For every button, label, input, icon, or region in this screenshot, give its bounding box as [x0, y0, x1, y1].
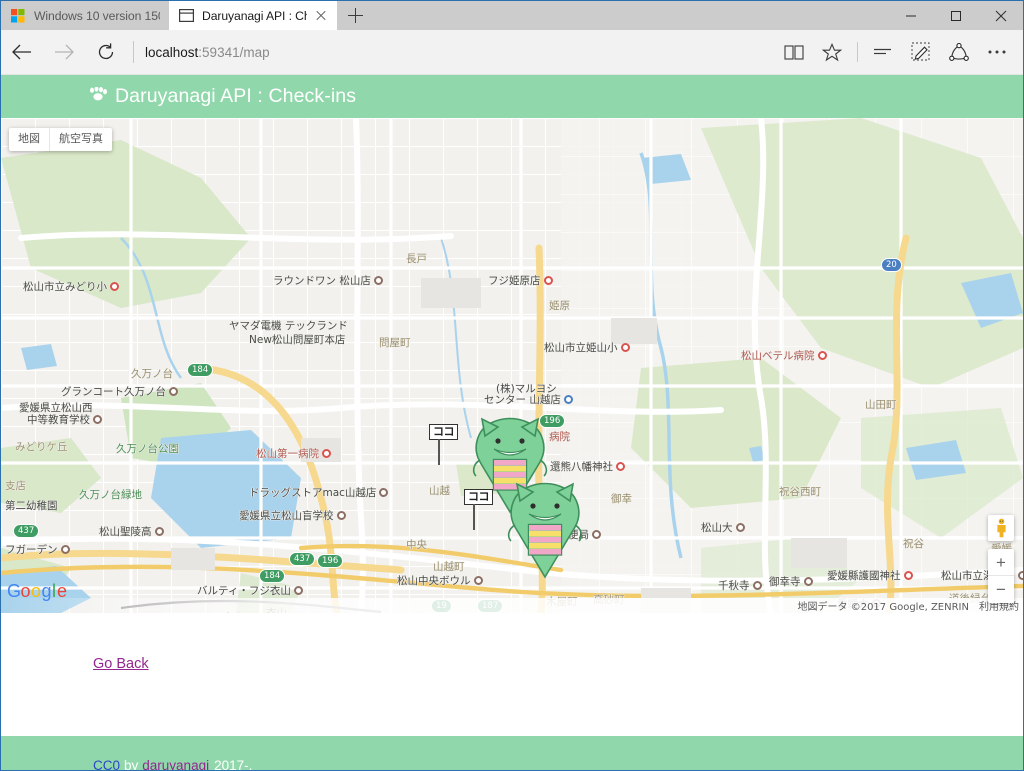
- reading-view-icon[interactable]: [775, 30, 813, 75]
- svg-text:e: e: [57, 581, 67, 601]
- svg-text:l: l: [52, 581, 56, 601]
- map-poi-icon[interactable]: [753, 581, 762, 590]
- refresh-button[interactable]: [85, 30, 127, 75]
- nav-divider: [133, 41, 134, 63]
- map-poi-icon[interactable]: [592, 530, 601, 539]
- navigation-bar: localhost:59341/map: [1, 30, 1023, 75]
- svg-text:g: g: [42, 581, 52, 601]
- route-shield: 184: [187, 363, 214, 378]
- footer-year: 2017-.: [214, 757, 253, 771]
- marker-label: ココ: [464, 489, 493, 529]
- marker-label: ココ: [429, 424, 458, 464]
- map-poi-icon[interactable]: [616, 462, 625, 471]
- map-poi-icon[interactable]: [93, 415, 102, 424]
- hub-icon[interactable]: [864, 30, 902, 75]
- map-poi-icon[interactable]: [544, 276, 553, 285]
- zoom-out-button[interactable]: −: [988, 576, 1014, 603]
- map-poi-icon[interactable]: [61, 545, 70, 554]
- share-icon[interactable]: [940, 30, 978, 75]
- map-attribution-bar: 地図データ ©2017 Google, ZENRIN 利用規約: [1, 598, 1023, 613]
- maximize-icon[interactable]: [933, 1, 978, 30]
- svg-text:o: o: [31, 581, 41, 601]
- address-path: :59341/map: [198, 44, 270, 60]
- more-icon[interactable]: [978, 30, 1016, 75]
- page-footer: CC0 by daruyanagi 2017-.: [1, 736, 1023, 770]
- windows-logo-icon: [11, 8, 27, 23]
- tab-title: Daruyanagi API : Check-: [202, 8, 307, 23]
- mascot-pin-icon: [506, 481, 584, 584]
- map-data-attribution: 地図データ ©2017 Google, ZENRIN: [797, 602, 969, 613]
- route-shield: 184: [259, 569, 286, 584]
- minimize-icon[interactable]: [888, 1, 933, 30]
- map-poi-icon[interactable]: [621, 343, 630, 352]
- route-shield: 437: [13, 524, 40, 539]
- tab-title: Windows 10 version 1507 w: [34, 8, 160, 23]
- window-controls: [888, 1, 1023, 30]
- zoom-control: + −: [988, 549, 1014, 603]
- map-poi-icon[interactable]: [736, 523, 745, 532]
- go-back-link[interactable]: Go Back: [93, 656, 149, 672]
- map-poi-icon[interactable]: [1018, 571, 1023, 580]
- map-poi-icon[interactable]: [379, 488, 388, 497]
- browser-toolbar: [775, 30, 1023, 75]
- paw-icon: [89, 86, 108, 106]
- tab-strip: Windows 10 version 1507 w Daruyanagi API…: [1, 1, 1023, 30]
- cc0-license-link[interactable]: CC0: [93, 758, 120, 771]
- tab-windows-10-version[interactable]: Windows 10 version 1507 w: [1, 1, 169, 30]
- map-poi-icon[interactable]: [294, 586, 303, 595]
- address-host: localhost: [145, 44, 199, 60]
- back-button[interactable]: [1, 30, 43, 75]
- route-shield: 20: [881, 258, 902, 273]
- checkin-marker-2[interactable]: ココ: [464, 481, 584, 584]
- svg-text:G: G: [7, 581, 21, 601]
- map-view-button[interactable]: 地図: [9, 128, 49, 151]
- footer-by-label: by: [124, 757, 139, 771]
- author-link[interactable]: daruyanagi: [142, 758, 209, 771]
- svg-text:o: o: [21, 581, 31, 601]
- route-shield: 437: [289, 552, 316, 567]
- new-tab-button[interactable]: [337, 1, 373, 30]
- google-map[interactable]: 松山市立みどり小 ラウンドワン 松山店 フジ姫原店 長戸 姫原 ヤマダ電機 テックランド N…: [1, 118, 1023, 613]
- page-icon: [179, 8, 195, 23]
- page-body: Go Back: [1, 613, 1023, 736]
- map-poi-icon[interactable]: [818, 351, 827, 360]
- map-poi-icon[interactable]: [804, 577, 813, 586]
- map-poi-icon[interactable]: [564, 395, 573, 404]
- map-poi-icon[interactable]: [374, 276, 383, 285]
- web-page-content: Daruyanagi API : Check-ins 松山市立みどり小 ラウンド…: [1, 75, 1023, 770]
- browser-window: Windows 10 version 1507 w Daruyanagi API…: [0, 0, 1024, 771]
- address-bar-input[interactable]: localhost:59341/map: [143, 30, 775, 75]
- tab-daruyanagi-api[interactable]: Daruyanagi API : Check-: [169, 1, 337, 30]
- google-logo[interactable]: G o o g l e: [7, 581, 69, 607]
- page-header: Daruyanagi API : Check-ins: [1, 75, 1023, 118]
- forward-button[interactable]: [43, 30, 85, 75]
- map-poi-icon[interactable]: [474, 576, 483, 585]
- zoom-in-button[interactable]: +: [988, 549, 1014, 576]
- route-shield: 196: [317, 554, 344, 569]
- map-poi-icon[interactable]: [155, 527, 164, 536]
- street-view-pegman-icon[interactable]: [988, 515, 1014, 541]
- toolbar-divider: [857, 42, 858, 62]
- map-poi-icon[interactable]: [904, 571, 913, 580]
- map-poi-icon[interactable]: [322, 449, 331, 458]
- map-type-control: 地図 航空写真: [9, 128, 112, 152]
- favorites-star-icon[interactable]: [813, 30, 851, 75]
- close-icon[interactable]: [314, 9, 328, 23]
- page-title: Daruyanagi API : Check-ins: [115, 85, 357, 107]
- web-note-icon[interactable]: [902, 30, 940, 75]
- satellite-view-button[interactable]: 航空写真: [49, 128, 112, 152]
- map-poi-icon[interactable]: [110, 282, 119, 291]
- map-poi-icon[interactable]: [337, 511, 346, 520]
- close-icon[interactable]: [978, 1, 1023, 30]
- map-poi-icon[interactable]: [169, 387, 178, 396]
